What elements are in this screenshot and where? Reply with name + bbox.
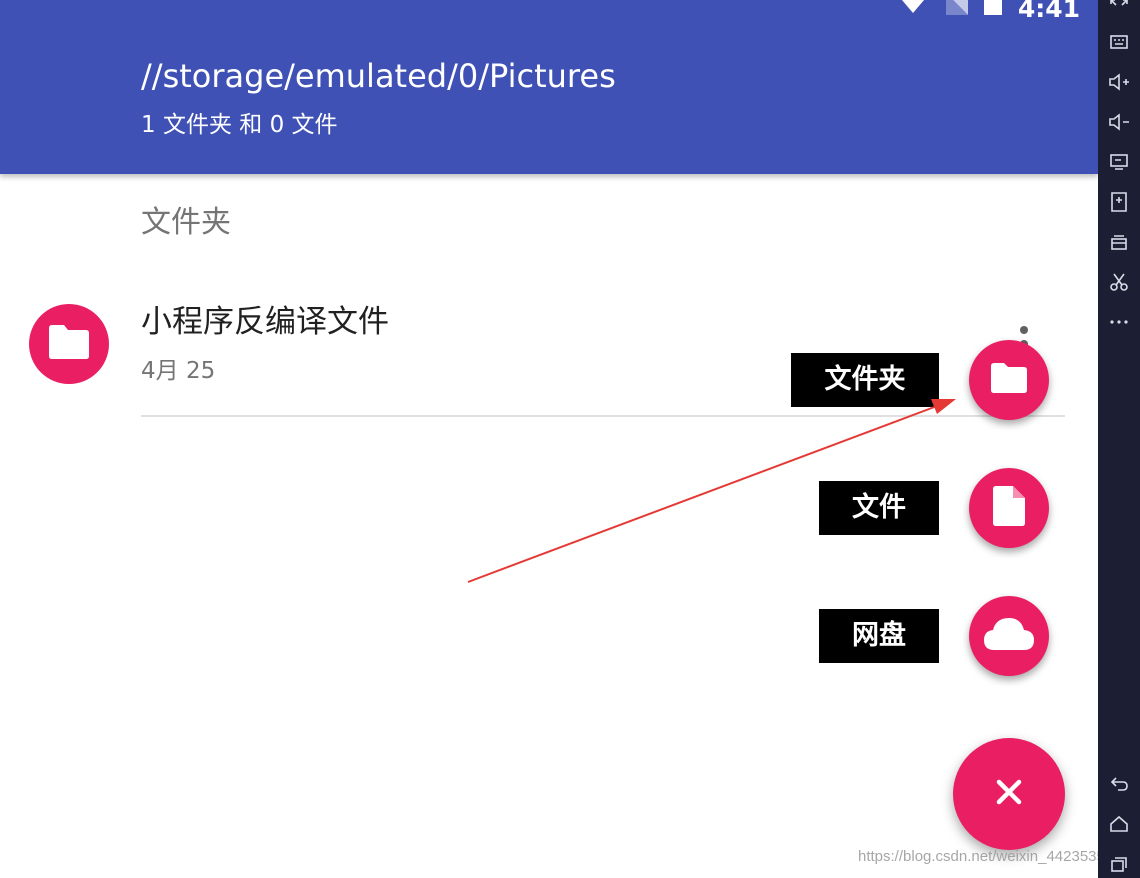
new-folder-button[interactable] (969, 340, 1049, 420)
folder-name: 小程序反编译文件 (141, 304, 389, 340)
folder-icon (991, 363, 1027, 397)
keyboard-icon[interactable] (1105, 28, 1133, 56)
close-speed-dial-button[interactable] (953, 738, 1065, 850)
close-icon (996, 779, 1022, 809)
file-picker-app: 4:41 //storage/emulated/0/Pictures 1 文件夹… (0, 0, 1098, 878)
new-folder-label[interactable]: 文件夹 (791, 353, 939, 407)
status-time: 4:41 (1017, 0, 1080, 23)
new-file-label[interactable]: 文件 (819, 481, 939, 535)
emulator-toolbar (1098, 0, 1140, 878)
cloud-icon (984, 618, 1034, 654)
folder-avatar (29, 304, 109, 384)
no-signal-icon (945, 0, 968, 23)
folder-icon (49, 325, 89, 363)
folder-file-count: 1 文件夹 和 0 文件 (141, 112, 338, 138)
fullscreen-icon[interactable] (1105, 0, 1133, 22)
back-icon[interactable] (1105, 770, 1133, 798)
volume-down-icon[interactable] (1105, 108, 1133, 136)
current-path: //storage/emulated/0/Pictures (141, 57, 616, 95)
recent-apps-icon[interactable] (1105, 850, 1133, 878)
screenshot-icon[interactable] (1105, 268, 1133, 296)
home-icon[interactable] (1105, 810, 1133, 838)
battery-icon (983, 0, 1002, 23)
status-bar: 4:41 (896, 0, 1080, 23)
multi-instance-icon[interactable] (1105, 228, 1133, 256)
watermark: https://blog.csdn.net/weixin_44235350 (858, 848, 1098, 865)
screen-icon[interactable] (1105, 148, 1133, 176)
wifi-icon (896, 0, 930, 23)
folder-date: 4月 25 (141, 358, 216, 384)
more-icon[interactable] (1105, 308, 1133, 336)
app-bar: 4:41 //storage/emulated/0/Pictures 1 文件夹… (0, 0, 1098, 174)
new-file-button[interactable] (969, 468, 1049, 548)
section-header-folders: 文件夹 (141, 205, 231, 240)
list-divider (141, 415, 1065, 417)
volume-up-icon[interactable] (1105, 68, 1133, 96)
cloud-drive-button[interactable] (969, 596, 1049, 676)
install-apk-icon[interactable] (1105, 188, 1133, 216)
cloud-drive-label[interactable]: 网盘 (819, 609, 939, 663)
file-icon (993, 486, 1025, 530)
